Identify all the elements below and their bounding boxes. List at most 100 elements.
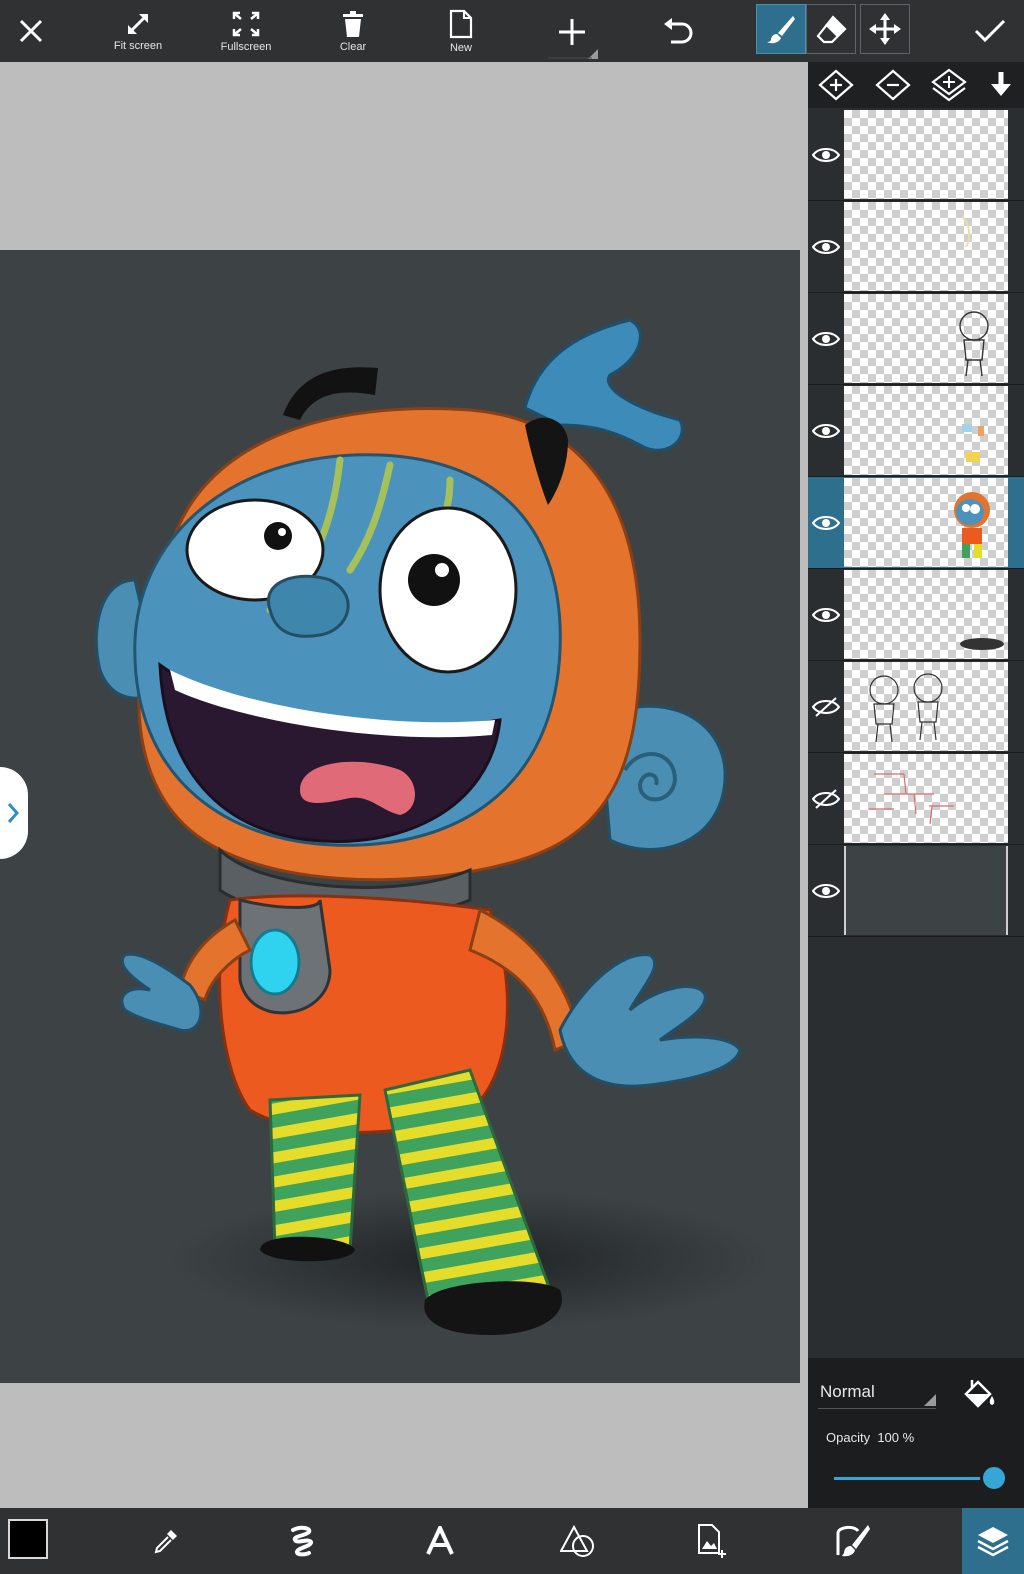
merge-down-icon[interactable] <box>988 70 1014 100</box>
opacity-value: 100 % <box>877 1430 915 1445</box>
blend-mode-value: Normal <box>820 1382 875 1401</box>
fullscreen-icon <box>232 11 260 36</box>
eye-icon <box>812 331 840 346</box>
add-layer-icon[interactable] <box>818 69 854 101</box>
blend-mode-select[interactable]: Normal <box>818 1372 936 1409</box>
close-icon <box>19 19 43 43</box>
dropdown-corner-icon <box>924 1394 936 1406</box>
visibility-toggle[interactable] <box>808 109 844 200</box>
eye-icon <box>812 147 840 162</box>
fill-bucket-icon[interactable] <box>958 1374 998 1414</box>
layer-item-background[interactable] <box>808 845 1024 937</box>
fit-screen-label: Fit screen <box>113 39 163 52</box>
undo-icon <box>664 18 693 44</box>
chevron-right-icon <box>7 803 20 823</box>
fullscreen-button[interactable]: Fullscreen <box>212 0 280 62</box>
brush-tool-toggle[interactable] <box>756 4 806 54</box>
bottom-toolbar <box>0 1508 1024 1574</box>
layers-panel: Normal Opacity 100 % <box>808 62 1024 1508</box>
eyedropper-icon <box>154 1530 177 1554</box>
layer-item[interactable] <box>808 569 1024 661</box>
layer-thumbnail <box>844 294 1008 383</box>
layer-thumbnail <box>844 846 1008 935</box>
layer-thumbnail <box>844 570 1008 659</box>
brush-settings-icon <box>836 1525 870 1557</box>
eye-icon <box>812 423 840 438</box>
eyedropper-button[interactable] <box>126 1508 206 1574</box>
layer-properties: Normal Opacity 100 % <box>808 1358 1024 1508</box>
text-icon <box>426 1526 454 1555</box>
clear-button[interactable]: Clear <box>322 0 384 62</box>
layer-item[interactable] <box>808 661 1024 753</box>
layer-item[interactable] <box>808 293 1024 385</box>
layer-tools-bar <box>808 62 1024 108</box>
top-toolbar: Fit screen Fullscreen Clear New <box>0 0 1024 62</box>
eye-icon <box>812 239 840 254</box>
eye-icon <box>812 607 840 622</box>
visibility-toggle[interactable] <box>808 661 844 752</box>
visibility-toggle[interactable] <box>808 477 844 568</box>
layer-thumbnail <box>844 662 1008 751</box>
drawing-canvas[interactable] <box>0 250 800 1383</box>
eraser-icon <box>816 15 847 44</box>
move-icon <box>869 13 901 45</box>
layer-item[interactable] <box>808 753 1024 845</box>
opacity-slider-knob[interactable] <box>980 1464 1008 1492</box>
character-artwork <box>94 318 770 1335</box>
expand-panel-tab[interactable] <box>0 767 28 859</box>
brush-stroke-icon <box>291 1525 313 1557</box>
fit-screen-icon <box>127 13 149 34</box>
layer-thumbnail <box>844 386 1008 475</box>
text-tool-button[interactable] <box>400 1508 480 1574</box>
visibility-toggle[interactable] <box>808 845 844 936</box>
layer-item-selected[interactable] <box>808 477 1024 569</box>
trash-icon <box>343 10 363 37</box>
eraser-tool-toggle[interactable] <box>806 4 856 54</box>
add-button[interactable] <box>540 0 600 62</box>
new-label: New <box>449 41 472 54</box>
eye-hidden-icon <box>812 788 840 809</box>
fullscreen-label: Fullscreen <box>220 40 272 53</box>
brush-stroke-button[interactable] <box>262 1508 342 1574</box>
opacity-label-text: Opacity <box>826 1430 871 1445</box>
undo-button[interactable] <box>648 0 708 62</box>
eye-icon <box>812 515 840 530</box>
layer-item[interactable] <box>808 385 1024 477</box>
opacity-slider-fill <box>834 1477 994 1480</box>
layer-list <box>808 109 1024 937</box>
canvas-area[interactable] <box>0 62 810 1508</box>
layers-icon <box>977 1527 1009 1557</box>
new-button[interactable]: New <box>430 0 492 62</box>
fit-screen-button[interactable]: Fit screen <box>104 0 172 62</box>
duplicate-layer-icon[interactable] <box>931 68 968 102</box>
layer-thumbnail <box>844 110 1008 199</box>
shapes-icon <box>560 1524 594 1557</box>
layers-button[interactable] <box>962 1508 1024 1574</box>
confirm-button[interactable] <box>962 0 1018 62</box>
layer-item[interactable] <box>808 109 1024 201</box>
clear-label: Clear <box>339 40 367 53</box>
visibility-toggle[interactable] <box>808 385 844 476</box>
add-image-button[interactable] <box>672 1508 752 1574</box>
eye-icon <box>812 883 840 898</box>
eye-hidden-icon <box>812 696 840 717</box>
color-swatch[interactable] <box>8 1519 48 1559</box>
layer-thumbnail <box>844 754 1008 843</box>
visibility-toggle[interactable] <box>808 753 844 844</box>
visibility-toggle[interactable] <box>808 293 844 384</box>
visibility-toggle[interactable] <box>808 569 844 660</box>
remove-layer-icon[interactable] <box>875 69 911 101</box>
brush-icon <box>767 16 795 44</box>
opacity-slider[interactable] <box>834 1464 1008 1492</box>
shapes-button[interactable] <box>538 1508 618 1574</box>
new-document-icon <box>449 9 473 38</box>
move-tool-toggle[interactable] <box>860 4 910 54</box>
layer-thumbnail <box>844 478 1008 567</box>
close-button[interactable] <box>6 0 56 62</box>
add-image-icon <box>698 1524 726 1558</box>
opacity-label: Opacity 100 % <box>826 1430 914 1445</box>
visibility-toggle[interactable] <box>808 201 844 292</box>
brush-settings-button[interactable] <box>812 1508 892 1574</box>
check-icon <box>974 19 1006 43</box>
layer-item[interactable] <box>808 201 1024 293</box>
